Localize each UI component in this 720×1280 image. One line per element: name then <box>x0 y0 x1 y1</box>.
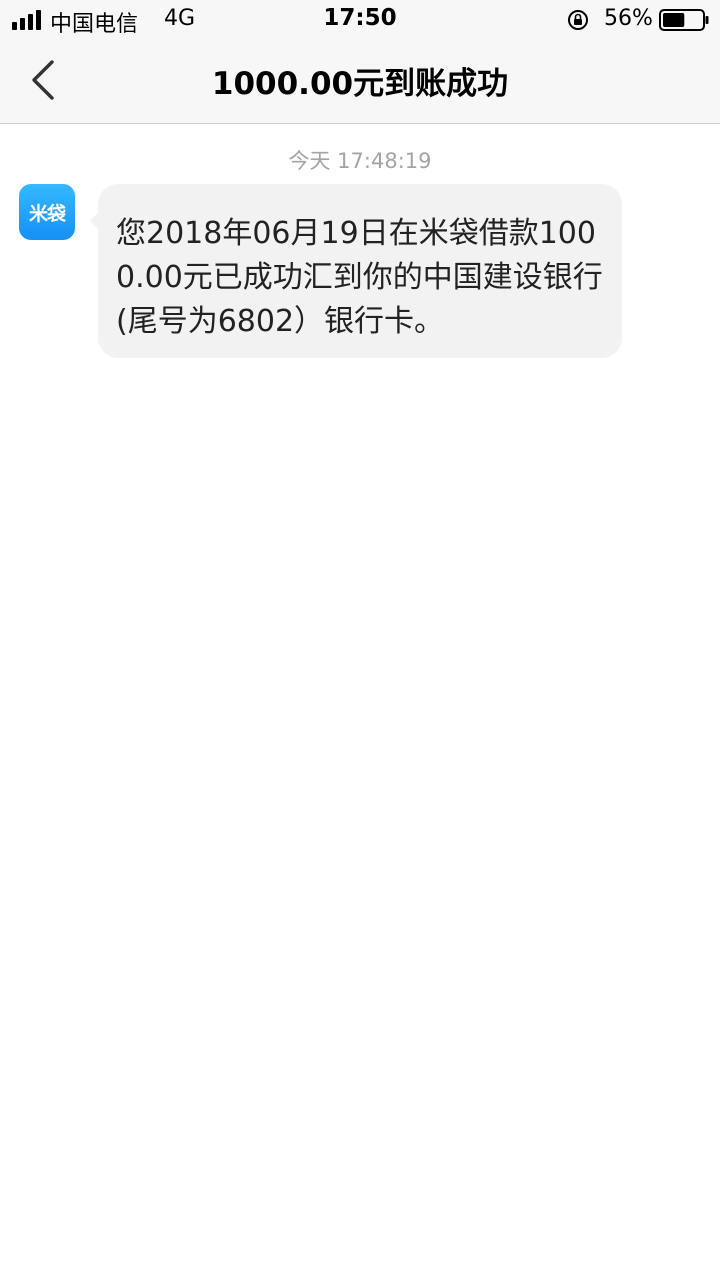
battery-percentage: 56% <box>604 6 653 31</box>
status-bar: 中国电信 4G 17:50 56% <box>0 0 720 40</box>
battery-icon <box>659 9 709 31</box>
message-timestamp: 今天 17:48:19 <box>288 149 432 173</box>
header: 中国电信 4G 17:50 56% 1000.00元到账成功 <box>0 0 720 124</box>
message-text: 您2018年06月19日在米袋借款1000.00元已成功汇到你的中国建设银行(尾… <box>116 216 603 339</box>
page-title: 1000.00元到账成功 <box>211 66 509 102</box>
sender-avatar[interactable]: 米袋 <box>19 184 75 240</box>
rotation-lock-icon <box>568 10 588 30</box>
back-chevron-icon[interactable] <box>22 56 66 104</box>
